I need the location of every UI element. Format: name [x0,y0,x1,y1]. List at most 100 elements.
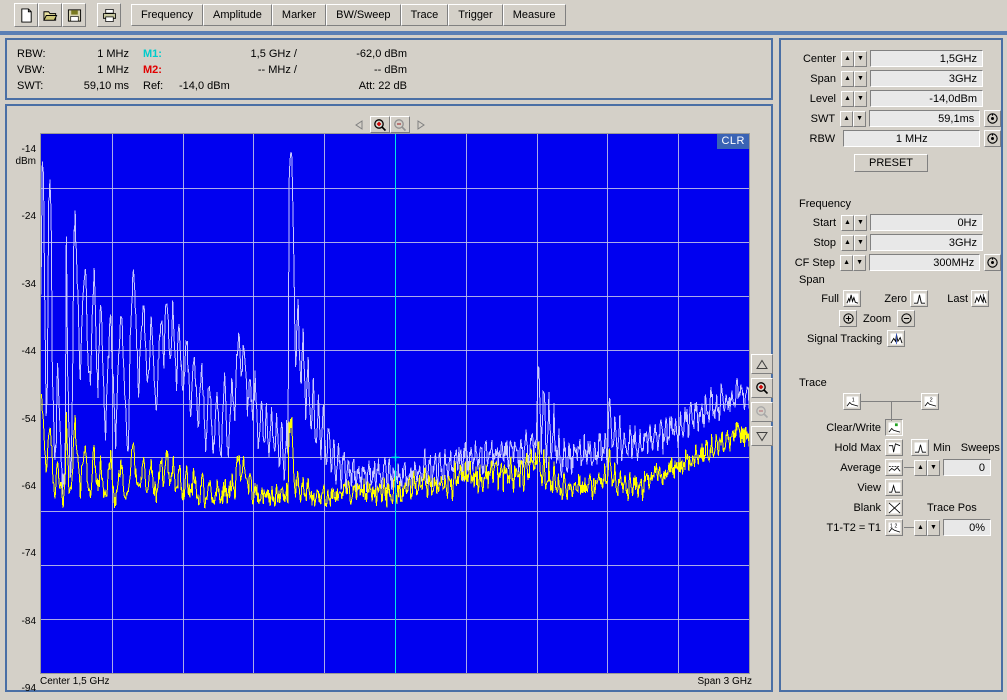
trace-pos-down-button[interactable]: ▼ [927,519,940,536]
blank-button[interactable] [885,499,903,516]
main-toolbar: Frequency Amplitude Marker BW/Sweep Trac… [0,0,1007,30]
start-up-button[interactable]: ▲ [841,214,854,231]
trace-pos-field[interactable]: 0% [943,519,991,536]
swt-up-button[interactable]: ▲ [840,110,854,127]
blank-label: Blank [853,501,881,514]
cf-step-down-button[interactable]: ▼ [853,254,867,271]
hold-max-label: Hold Max [834,441,881,454]
plot-zoom-out-button[interactable] [751,402,773,422]
scroll-up-button[interactable] [751,354,773,374]
stop-down-button[interactable]: ▼ [854,234,867,251]
spectrum-analyzer-window: Frequency Amplitude Marker BW/Sweep Trac… [0,0,1007,700]
zoom-out-icon [394,118,407,131]
hold-min-button[interactable] [911,439,929,456]
menu-frequency[interactable]: Frequency [131,4,203,26]
level-label: Level [809,92,836,105]
menu-amplitude[interactable]: Amplitude [202,4,272,26]
menu-trigger[interactable]: Trigger [448,4,503,26]
cf-step-auto-button[interactable] [984,254,1001,271]
swt-down-button[interactable]: ▼ [853,110,867,127]
span-zero-button[interactable] [910,290,928,307]
t1-t2-button[interactable]: 1 2 [885,519,903,536]
span-field[interactable]: 3GHz [870,70,983,87]
toolbar-separator [0,31,1007,35]
signal-tracking-button[interactable] [887,330,906,347]
nav-zoom-out-button[interactable] [390,116,410,133]
sweeps-up-button[interactable]: ▲ [914,459,927,476]
nav-next-button[interactable] [410,116,430,133]
trace-section-title: Trace [799,377,827,389]
swt-auto-button[interactable] [984,110,1001,127]
menu-marker[interactable]: Marker [271,4,327,26]
span-buttons-row2: Zoom [839,310,1001,327]
cf-step-field[interactable]: 300MHz [869,254,981,271]
t1-t2-label: T1-T2 = T1 [826,521,881,534]
sweeps-down-button[interactable]: ▼ [927,459,940,476]
span-section-title: Span [799,274,825,286]
center-up-button[interactable]: ▲ [841,50,854,67]
y-tick-label: -24 [21,211,36,222]
print-button[interactable] [97,3,121,27]
triangle-left-icon [355,119,363,130]
rbw-label: RBW: [17,48,46,60]
clear-write-button[interactable] [885,419,903,436]
center-down-button[interactable]: ▼ [854,50,867,67]
hold-min-icon [914,441,926,454]
cf-step-up-button[interactable]: ▲ [840,254,854,271]
param-start: Start ▲ ▼ 0Hz [781,214,1001,231]
span-up-button[interactable]: ▲ [841,70,854,87]
nav-zoom-in-button[interactable] [370,116,390,133]
clear-write-icon [888,421,900,434]
level-up-button[interactable]: ▲ [841,90,854,107]
level-spinner: ▲ ▼ [841,90,867,107]
view-label: View [857,481,881,494]
trace1-button[interactable]: 1 [843,393,861,410]
start-spinner: ▲ ▼ [841,214,867,231]
span-full-button[interactable] [843,290,861,307]
average-button[interactable] [885,459,903,476]
span-label: Span [810,72,836,85]
view-button[interactable] [885,479,903,496]
rbw-auto-button[interactable] [984,130,1001,147]
svg-text:2: 2 [929,397,932,403]
menu-trace[interactable]: Trace [400,4,449,26]
zoom-out-circle-icon [900,313,912,324]
trace-1-icon: 1 [846,395,858,408]
rbw-field[interactable]: 1 MHz [843,130,981,147]
preset-button[interactable]: PRESET [854,154,928,172]
y-axis: -14 -24 -34 -44 -54 -64 -74 -84 -94 dBm [7,122,40,694]
level-field[interactable]: -14,0dBm [870,90,983,107]
center-field[interactable]: 1,5GHz [870,50,983,67]
plot-zoom-in-button[interactable] [751,378,773,398]
hold-max-button[interactable] [885,439,903,456]
svg-text:1: 1 [889,523,892,529]
sweeps-field[interactable]: 0 [943,459,991,476]
spectrum-plot[interactable]: CLR [40,133,750,674]
nav-prev-button[interactable] [350,116,370,133]
start-down-button[interactable]: ▼ [854,214,867,231]
level-down-button[interactable]: ▼ [854,90,867,107]
menu-measure[interactable]: Measure [502,4,566,26]
scroll-down-button[interactable] [751,426,773,446]
swt-field[interactable]: 59,1ms [869,110,981,127]
file-toolbar-group [14,3,86,27]
span-zoom-out-button[interactable] [897,310,916,327]
stop-up-button[interactable]: ▲ [841,234,854,251]
param-swt: SWT ▲ ▼ 59,1ms [781,110,1001,127]
trace-pos-up-button[interactable]: ▲ [914,519,927,536]
zoom-out-icon [756,406,769,419]
start-field[interactable]: 0Hz [870,214,983,231]
marker1-label: M1: [143,48,162,60]
menu-bw-sweep[interactable]: BW/Sweep [326,4,401,26]
stop-field[interactable]: 3GHz [870,234,983,251]
y-tick-label: -94 [21,683,36,694]
span-last-button[interactable] [971,290,989,307]
open-folder-button[interactable] [38,3,62,27]
min-label: Min [933,441,951,454]
auto-knob-icon [987,133,998,144]
new-document-button[interactable] [14,3,38,27]
span-down-button[interactable]: ▼ [854,70,867,87]
span-zoom-in-button[interactable] [839,310,857,327]
save-disk-button[interactable] [62,3,86,27]
trace2-button[interactable]: 2 [921,393,939,410]
